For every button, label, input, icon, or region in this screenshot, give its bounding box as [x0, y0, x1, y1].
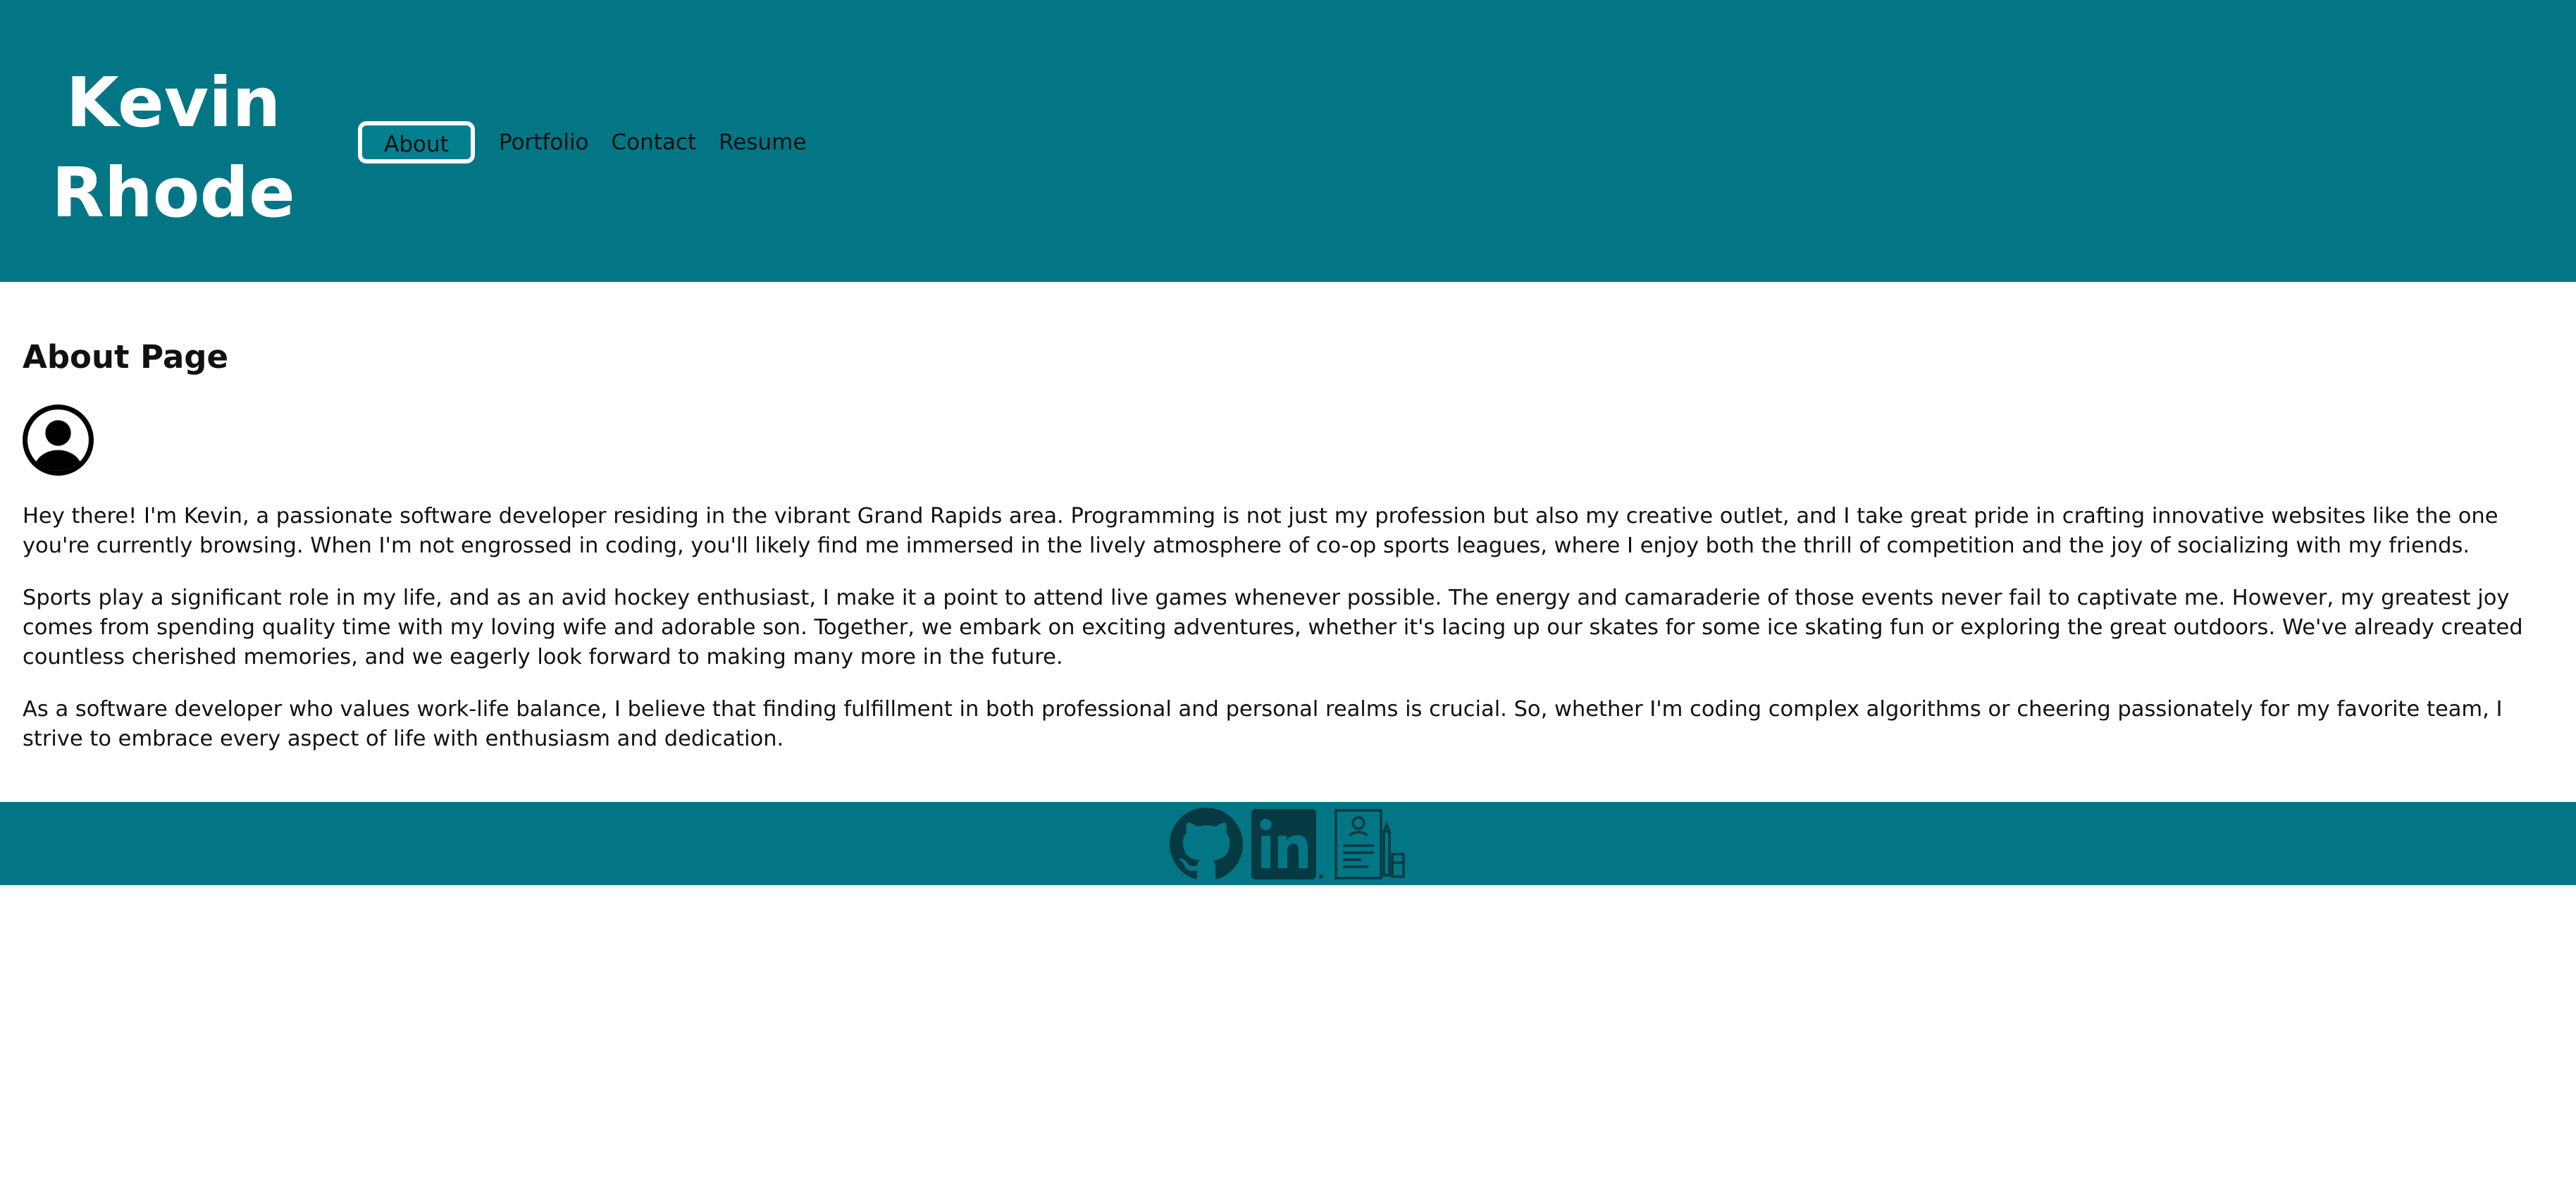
about-paragraph-1: Hey there! I'm Kevin, a passionate softw…	[23, 504, 2498, 558]
site-name-first: Kevin	[66, 63, 281, 142]
user-avatar-icon	[23, 405, 94, 476]
page-title: About Page	[23, 338, 229, 376]
resume-icon[interactable]	[1333, 808, 1406, 881]
nav-about[interactable]: About	[358, 121, 475, 163]
about-paragraph-2: Sports play a significant role in my lif…	[23, 586, 2523, 669]
linkedin-icon[interactable]	[1251, 808, 1325, 881]
main-nav: About Portfolio Contact Resume	[358, 121, 806, 163]
nav-contact[interactable]: Contact	[612, 130, 697, 155]
nav-portfolio[interactable]: Portfolio	[499, 130, 589, 155]
about-text: Hey there! I'm Kevin, a passionate softw…	[23, 502, 2559, 777]
nav-resume[interactable]: Resume	[719, 130, 806, 155]
about-paragraph-3: As a software developer who values work-…	[23, 697, 2503, 751]
site-name: Kevin Rhode	[31, 58, 316, 238]
site-header: Kevin Rhode About Portfolio Contact Resu…	[0, 0, 2576, 282]
site-name-last: Rhode	[51, 153, 295, 233]
github-icon[interactable]	[1170, 808, 1243, 881]
site-footer	[0, 802, 2576, 885]
social-links	[1170, 808, 1406, 881]
